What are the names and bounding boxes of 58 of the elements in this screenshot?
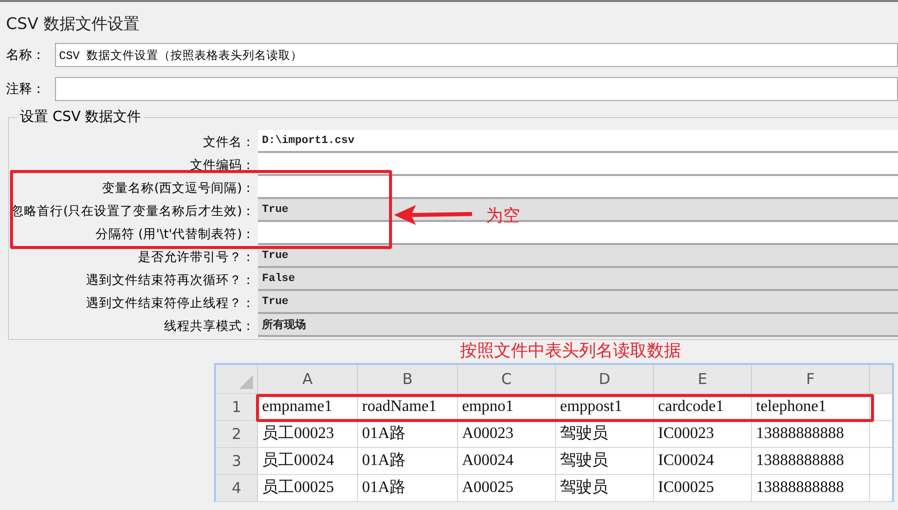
dropdown-field[interactable]: False — [258, 268, 898, 291]
table-cell: 驾驶员 — [556, 475, 654, 501]
dropdown-field[interactable]: 所有现场 — [258, 314, 898, 337]
table-cell: 驾驶员 — [556, 448, 654, 474]
table-cell: 01A路 — [358, 448, 458, 474]
table-cell: 13888888888 — [752, 475, 870, 501]
window-title: CSV 数据文件设置 — [5, 13, 140, 33]
dropdown-field[interactable]: True — [258, 291, 898, 314]
row-header[interactable]: 4 — [216, 475, 258, 501]
table-cell: roadName1 — [358, 394, 458, 420]
table-cell: 驾驶员 — [556, 421, 654, 447]
setting-label: 线程共享模式： — [163, 317, 256, 335]
setting-label: 是否允许带引号？： — [137, 248, 256, 266]
column-header[interactable]: C — [458, 365, 556, 393]
table-cell: cardcode1 — [654, 394, 752, 420]
table-cell: 13888888888 — [752, 448, 870, 474]
arrow-icon — [394, 203, 474, 227]
table-cell: A00024 — [458, 448, 556, 474]
table-cell: IC00025 — [654, 475, 752, 501]
dropdown-field[interactable]: True — [258, 245, 898, 268]
table-cell: 员工00024 — [258, 448, 358, 474]
table-cell: 员工00025 — [258, 475, 358, 501]
column-header[interactable]: F — [752, 365, 870, 393]
column-header[interactable]: D — [556, 365, 654, 393]
setting-label: 遇到文件结束符再次循环？： — [85, 271, 256, 289]
setting-label: 分隔符 (用'\t'代替制表符)： — [94, 225, 256, 243]
setting-label: 遇到文件结束符停止线程？： — [85, 294, 256, 312]
table-cell: empname1 — [258, 394, 358, 420]
select-all-icon[interactable] — [239, 375, 253, 389]
setting-label: 文件名： — [202, 133, 256, 151]
setting-label: 变量名称(西文逗号间隔)： — [101, 179, 256, 197]
table-cell: 13888888888 — [752, 421, 870, 447]
row-header[interactable]: 1 — [216, 394, 258, 420]
table-cell: A00025 — [458, 475, 556, 501]
column-header[interactable]: E — [654, 365, 752, 393]
table-cell: IC00023 — [654, 421, 752, 447]
table-cell: A00023 — [458, 421, 556, 447]
text-field[interactable] — [258, 153, 898, 176]
text-field[interactable] — [258, 222, 898, 245]
table-cell: emppost1 — [556, 394, 654, 420]
annotation-text: 按照文件中表头列名读取数据 — [460, 341, 681, 361]
table-cell: IC00024 — [654, 448, 752, 474]
table-cell: 01A路 — [358, 475, 458, 501]
text-field[interactable]: D:\import1.csv — [258, 130, 898, 153]
field-label: 注释： — [5, 81, 46, 98]
comment-field[interactable] — [55, 77, 898, 101]
row-header[interactable]: 2 — [216, 421, 258, 447]
text-field[interactable] — [258, 176, 898, 199]
table-cell: empno1 — [458, 394, 556, 420]
column-header[interactable]: A — [258, 365, 358, 393]
table-cell: telephone1 — [752, 394, 870, 420]
name-field[interactable]: CSV 数据文件设置（按照表格表头列名读取） — [55, 43, 898, 67]
field-label: 名称： — [5, 47, 46, 64]
column-header[interactable]: B — [358, 365, 458, 393]
row-header[interactable]: 3 — [216, 448, 258, 474]
panel-legend: 设置 CSV 数据文件 — [17, 109, 144, 125]
table-cell: 01A路 — [358, 421, 458, 447]
table-cell: 员工00023 — [258, 421, 358, 447]
